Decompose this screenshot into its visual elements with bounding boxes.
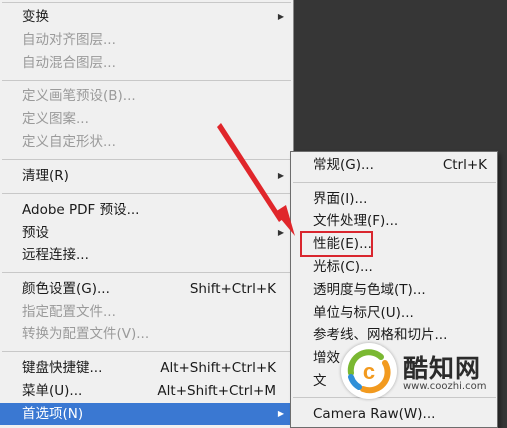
svg-text:c: c — [363, 359, 375, 384]
watermark-logo-icon: c — [341, 343, 397, 399]
watermark-title: 酷知网 — [403, 354, 482, 383]
watermark: c 酷知网 www.coozhi.com — [341, 343, 496, 401]
watermark-url: www.coozhi.com — [403, 381, 487, 392]
